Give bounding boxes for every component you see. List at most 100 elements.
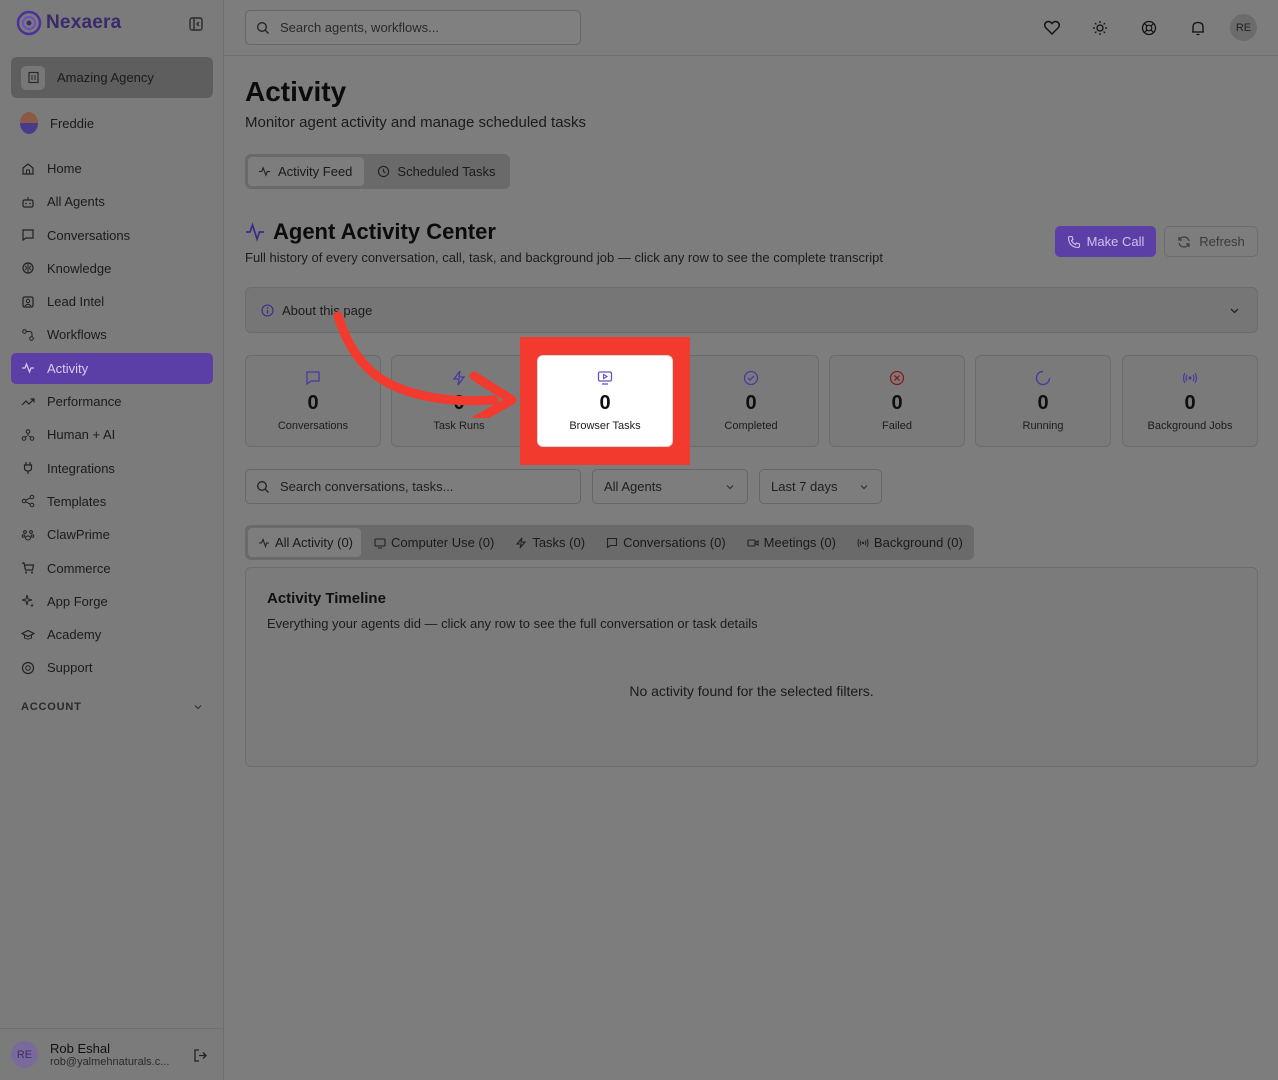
sidebar-item-label: App Forge <box>47 593 108 609</box>
activity-search-input[interactable]: Search conversations, tasks... <box>245 469 581 504</box>
info-icon <box>261 303 274 317</box>
footer-user-name: Rob Eshal <box>50 1041 110 1056</box>
heart-icon[interactable] <box>1043 19 1061 37</box>
stat-label: Task Runs <box>433 420 485 432</box>
refresh-button[interactable]: Refresh <box>1164 226 1258 257</box>
sidebar-item-label: Commerce <box>47 560 111 576</box>
support-icon[interactable] <box>1140 19 1158 37</box>
sidebar-item-label: Knowledge <box>47 260 112 276</box>
video-icon <box>747 538 759 547</box>
sidebar-item-support[interactable]: Support <box>11 652 213 683</box>
account-section-toggle[interactable]: ACCOUNT <box>21 701 203 713</box>
sidebar-item-templates[interactable]: Templates <box>11 486 213 517</box>
agent-filter-select[interactable]: All Agents <box>592 469 748 504</box>
sidebar-item-all-agents[interactable]: All Agents <box>11 186 213 217</box>
share-icon <box>21 495 35 508</box>
sidebar-item-label: Conversations <box>47 227 131 243</box>
sidebar-item-label: Human + AI <box>47 427 116 443</box>
date-range-value: Last 7 days <box>771 479 838 494</box>
main-content: Activity Monitor agent activity and mana… <box>224 56 1278 1080</box>
make-call-button[interactable]: Make Call <box>1055 226 1156 257</box>
sidebar-item-human-ai[interactable]: Human + AI <box>11 419 213 450</box>
tab-scheduled-tasks[interactable]: Scheduled Tasks <box>367 157 507 186</box>
sidebar-item-commerce[interactable]: Commerce <box>11 553 213 584</box>
sun-icon[interactable] <box>1091 19 1109 37</box>
search-icon <box>257 21 269 34</box>
agency-switcher[interactable]: Amazing Agency <box>11 57 213 98</box>
sidebar-item-home[interactable]: Home <box>11 153 213 184</box>
stat-label: Conversations <box>277 420 349 432</box>
sidebar-item-label: Workflows <box>47 327 107 343</box>
logout-icon[interactable] <box>193 1048 208 1063</box>
sidebar-item-integrations[interactable]: Integrations <box>11 453 213 484</box>
sidebar-item-knowledge[interactable]: Knowledge <box>11 253 213 284</box>
stat-card-browser-tasks[interactable]: 0 Browser Tasks <box>537 355 673 447</box>
sidebar-nav: Home All Agents Conversations Knowledge … <box>11 153 213 686</box>
sidebar-item-label: Support <box>47 660 93 676</box>
sidebar-collapse-icon[interactable] <box>188 16 204 32</box>
sidebar-item-label: Integrations <box>47 460 115 476</box>
message-icon <box>607 537 618 549</box>
stat-card-background-jobs[interactable]: 0 Background Jobs <box>1122 355 1258 447</box>
bell-icon[interactable] <box>1189 19 1207 37</box>
sidebar-item-clawprime[interactable]: ClawPrime <box>11 519 213 550</box>
activity-timeline-card: Activity Timeline Everything your agents… <box>245 567 1258 767</box>
agency-name: Amazing Agency <box>57 70 154 85</box>
stat-value: 0 <box>745 392 757 414</box>
building-icon <box>21 65 45 90</box>
user-avatar-menu[interactable]: RE <box>1230 14 1257 41</box>
tab-conversations[interactable]: Conversations (0) <box>596 528 734 557</box>
stat-card-failed[interactable]: 0 Failed <box>829 355 965 447</box>
monitor-icon <box>374 537 386 548</box>
stat-value: 0 <box>1184 392 1196 414</box>
monitor-play-icon <box>597 371 613 385</box>
radio-icon <box>857 538 869 547</box>
activity-icon <box>258 166 271 177</box>
current-user[interactable]: Freddie <box>20 112 94 134</box>
agent-filter-value: All Agents <box>604 479 662 494</box>
sidebar-item-activity[interactable]: Activity <box>11 352 213 384</box>
sidebar-item-workflows[interactable]: Workflows <box>11 319 213 350</box>
tab-label: Computer Use (0) <box>391 535 495 550</box>
sidebar-item-label: Academy <box>47 627 102 643</box>
chevron-down-icon <box>860 485 868 490</box>
sidebar-item-lead-intel[interactable]: Lead Intel <box>11 286 213 317</box>
sidebar: Nexaera Amazing Agency Freddie Home All … <box>0 0 224 1080</box>
sidebar-item-performance[interactable]: Performance <box>11 386 213 417</box>
sidebar-item-conversations[interactable]: Conversations <box>11 220 213 251</box>
tab-all-activity[interactable]: All Activity (0) <box>248 528 362 557</box>
activity-icon <box>259 537 269 548</box>
tab-tasks[interactable]: Tasks (0) <box>505 528 593 557</box>
tab-activity-feed[interactable]: Activity Feed <box>248 157 365 186</box>
global-search-input[interactable]: Search agents, workflows... <box>245 10 581 45</box>
stat-label: Background Jobs <box>1147 420 1233 432</box>
annotation-arrow-icon <box>333 311 517 418</box>
sidebar-item-label: Activity <box>47 360 89 376</box>
date-range-select[interactable]: Last 7 days <box>759 469 882 504</box>
zap-icon <box>516 537 527 548</box>
tab-label: Meetings (0) <box>763 535 836 550</box>
chevron-down-icon <box>726 485 734 490</box>
paw-icon <box>21 529 35 541</box>
footer-user-info: Rob Eshal rob@yalmehnaturals.c... <box>50 1041 169 1068</box>
logo[interactable]: Nexaera <box>16 10 121 36</box>
topbar: Search agents, workflows... RE <box>224 0 1278 56</box>
tab-label: Activity Feed <box>278 164 353 179</box>
stat-card-running[interactable]: 0 Running <box>975 355 1111 447</box>
tab-meetings[interactable]: Meetings (0) <box>737 528 844 557</box>
activity-type-tabs: All Activity (0) Computer Use (0) Tasks … <box>245 525 974 560</box>
account-label: ACCOUNT <box>21 701 82 713</box>
tab-background[interactable]: Background (0) <box>847 528 971 557</box>
stat-card-completed[interactable]: 0 Completed <box>683 355 819 447</box>
stat-value: 0 <box>1037 392 1049 414</box>
section-subtitle: Full history of every conversation, call… <box>245 250 884 265</box>
radio-icon <box>1182 372 1198 384</box>
sidebar-item-app-forge[interactable]: App Forge <box>11 586 213 617</box>
lifebuoy-icon <box>21 661 35 675</box>
x-circle-icon <box>889 370 905 386</box>
tab-computer-use[interactable]: Computer Use (0) <box>364 528 502 557</box>
tab-label: Tasks (0) <box>532 535 586 550</box>
sidebar-item-academy[interactable]: Academy <box>11 619 213 650</box>
footer-avatar[interactable]: RE <box>11 1041 38 1068</box>
brand-name: Nexaera <box>46 12 122 33</box>
